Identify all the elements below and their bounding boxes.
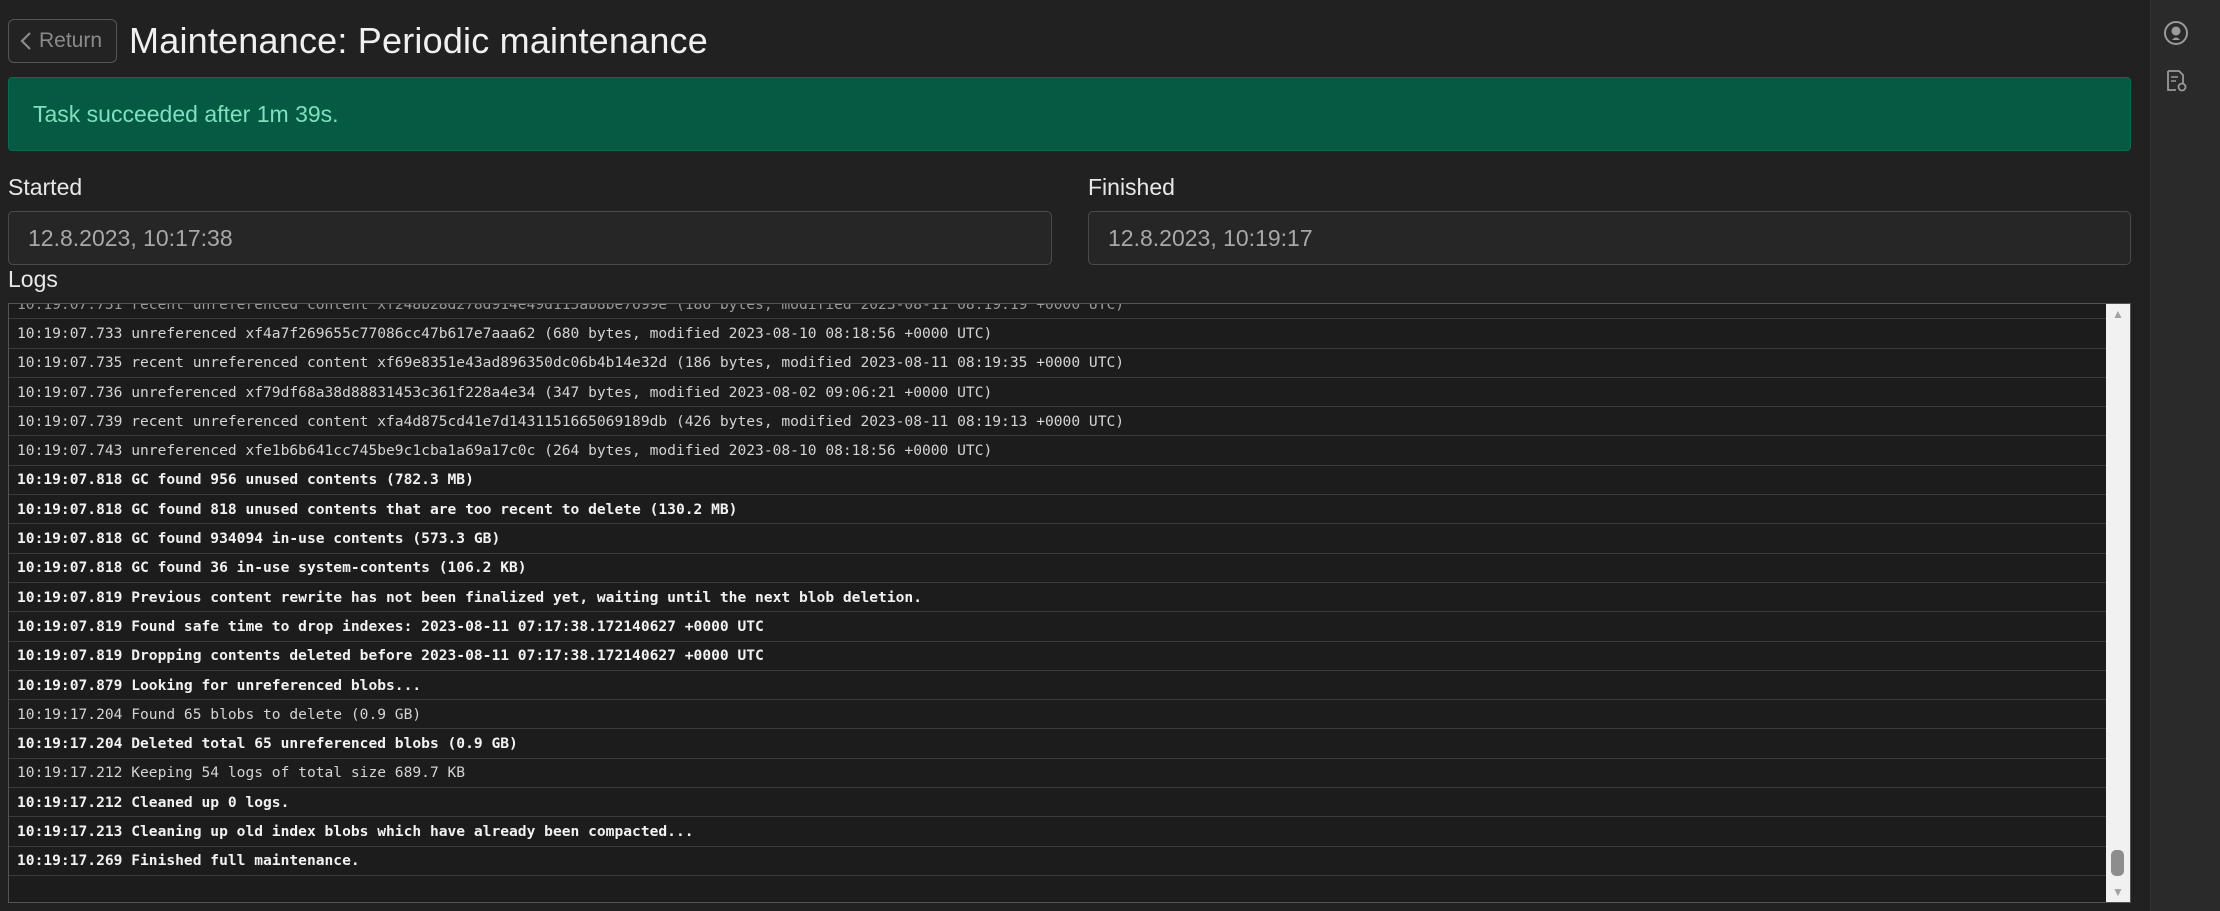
log-line: 10:19:07.818 GC found 36 in-use system-c… xyxy=(9,554,2106,583)
success-alert-text: Task succeeded after 1m 39s. xyxy=(33,100,339,127)
side-toolbar xyxy=(2150,0,2220,911)
started-label: Started xyxy=(8,174,83,200)
document-settings-icon[interactable] xyxy=(2163,68,2189,94)
logs-scrollbar[interactable]: ▲ ▼ xyxy=(2106,304,2130,902)
return-button-label: Return xyxy=(39,29,103,52)
logs-label: Logs xyxy=(8,266,58,292)
log-line: 10:19:07.879 Looking for unreferenced bl… xyxy=(9,671,2106,701)
log-line: 10:19:17.204 Found 65 blobs to delete (0… xyxy=(9,700,2106,730)
log-line: 10:19:17.204 Deleted total 65 unreferenc… xyxy=(9,729,2106,759)
log-line: 10:19:07.818 GC found 934094 in-use cont… xyxy=(9,524,2106,554)
log-line: 10:19:07.818 GC found 956 unused content… xyxy=(9,466,2106,496)
logs-textarea[interactable]: 10:19:07.731 recent unreferenced content… xyxy=(8,303,2131,903)
maintenance-page: Return Maintenance: Periodic maintenance… xyxy=(0,0,2150,911)
scrollbar-thumb[interactable] xyxy=(2111,850,2124,876)
log-line: 10:19:17.269 Finished full maintenance. xyxy=(9,847,2106,876)
log-line: 10:19:07.818 GC found 818 unused content… xyxy=(9,495,2106,525)
log-line-partial: 10:19:07.731 recent unreferenced content… xyxy=(9,304,2106,320)
finished-label: Finished xyxy=(1088,174,1175,200)
log-line: 10:19:07.819 Previous content rewrite ha… xyxy=(9,583,2106,613)
log-line: 10:19:07.743 unreferenced xfe1b6b641cc74… xyxy=(9,436,2106,466)
arrow-up-icon[interactable]: ▲ xyxy=(2106,304,2130,324)
success-alert: Task succeeded after 1m 39s. xyxy=(8,77,2131,151)
log-line: 10:19:07.819 Found safe time to drop ind… xyxy=(9,612,2106,642)
log-line: 10:19:17.212 Keeping 54 logs of total si… xyxy=(9,759,2106,789)
log-line: 10:19:17.213 Cleaning up old index blobs… xyxy=(9,817,2106,847)
log-line: 10:19:17.212 Cleaned up 0 logs. xyxy=(9,788,2106,818)
log-line: 10:19:07.819 Dropping contents deleted b… xyxy=(9,642,2106,671)
logs-viewport[interactable]: 10:19:07.731 recent unreferenced content… xyxy=(9,304,2106,902)
arrow-down-icon[interactable]: ▼ xyxy=(2106,882,2130,902)
log-line: 10:19:07.736 unreferenced xf79df68a38d88… xyxy=(9,378,2106,408)
log-line: 10:19:07.735 recent unreferenced content… xyxy=(9,349,2106,378)
log-line: 10:19:07.733 unreferenced xf4a7f269655c7… xyxy=(9,319,2106,349)
page-header: Return Maintenance: Periodic maintenance xyxy=(8,16,708,66)
finished-field[interactable]: 12.8.2023, 10:19:17 xyxy=(1088,211,2131,265)
return-button[interactable]: Return xyxy=(8,19,118,63)
github-icon[interactable] xyxy=(2163,20,2189,46)
log-line: 10:19:07.739 recent unreferenced content… xyxy=(9,407,2106,437)
chevron-left-icon xyxy=(20,32,31,50)
started-field[interactable]: 12.8.2023, 10:17:38 xyxy=(8,211,1052,265)
page-title: Maintenance: Periodic maintenance xyxy=(129,20,708,61)
